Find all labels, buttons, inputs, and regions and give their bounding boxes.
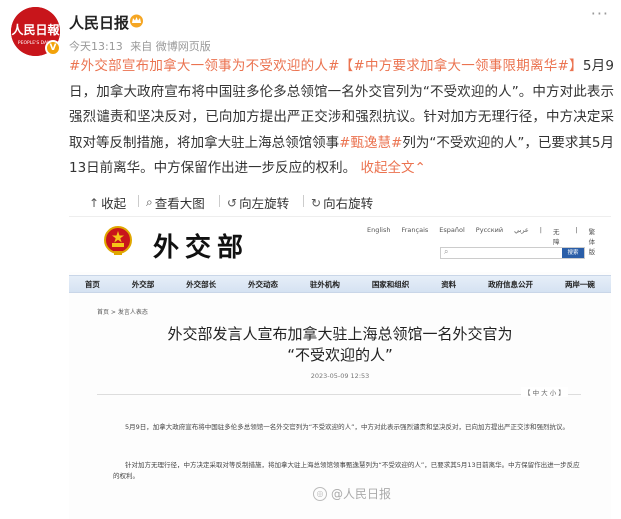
image-title-line-1: 外交部发言人宣布加拿大驻上海总领馆一名外交官为	[167, 325, 513, 343]
collapse-arrow-icon[interactable]: ⌃	[414, 160, 425, 176]
image-paragraph-2: 针对加方无理行径，中方决定采取对等反制措施，将加拿大驻上海总领馆领事甄逸慧列为“…	[113, 461, 580, 480]
national-emblem-icon	[104, 226, 132, 255]
image-toolbar: ↑ 收起 ⌕ 查看大图 ↺ 向左旋转 ↻ 向右旋转	[69, 183, 611, 216]
toolbar-divider	[303, 195, 304, 207]
language-link: 繁体版	[588, 228, 596, 256]
rotate-left-label: 向左旋转	[239, 196, 290, 211]
mfa-nav-item: 外交部	[131, 279, 155, 289]
more-options-icon[interactable]: ···	[591, 4, 609, 23]
mfa-calligraphy-logo: 外交部	[153, 233, 250, 263]
mfa-nav-bar: 首页 外交部 外交部长 外交动态 驻外机构 国家和组织 资料 政府信息公开 两岸一碗	[69, 275, 611, 293]
image-article-title: 外交部发言人宣布加拿大驻上海总领馆一名外交官为 “不受欢迎的人”	[69, 324, 611, 366]
collapse-image-button[interactable]: ↑ 收起	[89, 193, 126, 212]
mfa-nav-item: 政府信息公开	[488, 279, 534, 289]
magnifier-icon: ⌕	[146, 195, 153, 209]
watermark-text: @人民日报	[331, 487, 392, 501]
topic-link-1[interactable]: #外交部宣布加拿大一领事为不受欢迎的人#	[69, 58, 339, 74]
avatar-logo-text: 人民日報	[11, 22, 60, 37]
mfa-nav-item: 国家和组织	[371, 279, 410, 289]
search-icon: ⌕	[444, 247, 449, 256]
view-large-label: 查看大图	[154, 196, 205, 211]
image-article-date: 2023-05-09 12:53	[310, 372, 370, 380]
rotate-right-label: 向右旋转	[323, 196, 374, 211]
collapse-image-label: 收起	[101, 196, 127, 211]
mfa-nav-item: 两岸一碗	[564, 279, 595, 289]
image-divider	[97, 394, 581, 395]
post-meta: 今天13:13 来自 微博网页版	[69, 38, 215, 54]
topic-link-3[interactable]: #甄逸慧#	[339, 135, 402, 151]
image-breadcrumb: 首页 > 发言人表态	[97, 309, 148, 316]
topic-link-2[interactable]: 【#中方要求加拿大一领事限期离华#】	[339, 58, 582, 74]
mfa-nav-item: 驻外机构	[309, 279, 340, 289]
mfa-nav-item: 外交动态	[248, 279, 279, 289]
toolbar-divider	[219, 195, 220, 207]
language-link: Français	[401, 226, 429, 234]
post-time[interactable]: 今天13:13	[69, 40, 123, 53]
rotate-left-icon: ↺	[227, 195, 238, 210]
author-name[interactable]: 人民日报	[69, 12, 129, 33]
post-text: #外交部宣布加拿大一领事为不受欢迎的人#【#中方要求加拿大一领事限期离华#】5月…	[69, 54, 614, 182]
weibo-watermark-icon: ◎	[313, 486, 327, 501]
image-title-line-2: “不受欢迎的人”	[287, 346, 393, 364]
post-image[interactable]: 外交部 English Français Español Русский عربي | 无障…	[69, 216, 611, 519]
language-link: English	[367, 226, 391, 234]
rotate-left-button[interactable]: ↺ 向左旋转	[227, 193, 289, 212]
toolbar-divider	[138, 195, 139, 207]
collapse-icon: ↑	[89, 195, 100, 210]
mfa-site-header: 外交部 English Français Español Русский عربي | 无障…	[69, 217, 611, 272]
verified-badge-icon: V	[45, 40, 61, 56]
image-paragraph-1: 5月9日，加拿大政府宣布将中国驻多伦多总领馆一名外交官列为“不受欢迎的人”，中方…	[125, 423, 570, 431]
image-watermark: ◎ @人民日报	[313, 485, 391, 502]
mfa-nav-item: 首页	[84, 279, 100, 289]
rotate-right-button[interactable]: ↻ 向右旋转	[311, 193, 373, 212]
post-source: 来自 微博网页版	[130, 40, 211, 53]
crown-icon[interactable]	[128, 13, 145, 28]
collapse-text-link[interactable]: 收起全文	[360, 160, 414, 176]
view-large-button[interactable]: ⌕ 查看大图	[146, 193, 205, 212]
mfa-nav-item: 外交部长	[186, 279, 217, 289]
image-font-size-control: 【 中 大 小 】	[521, 387, 568, 397]
image-search-box: ⌕ 搜索	[440, 247, 585, 259]
image-search-button: 搜索	[562, 248, 584, 258]
mfa-nav-item: 资料	[441, 279, 457, 289]
rotate-right-icon: ↻	[311, 195, 322, 210]
